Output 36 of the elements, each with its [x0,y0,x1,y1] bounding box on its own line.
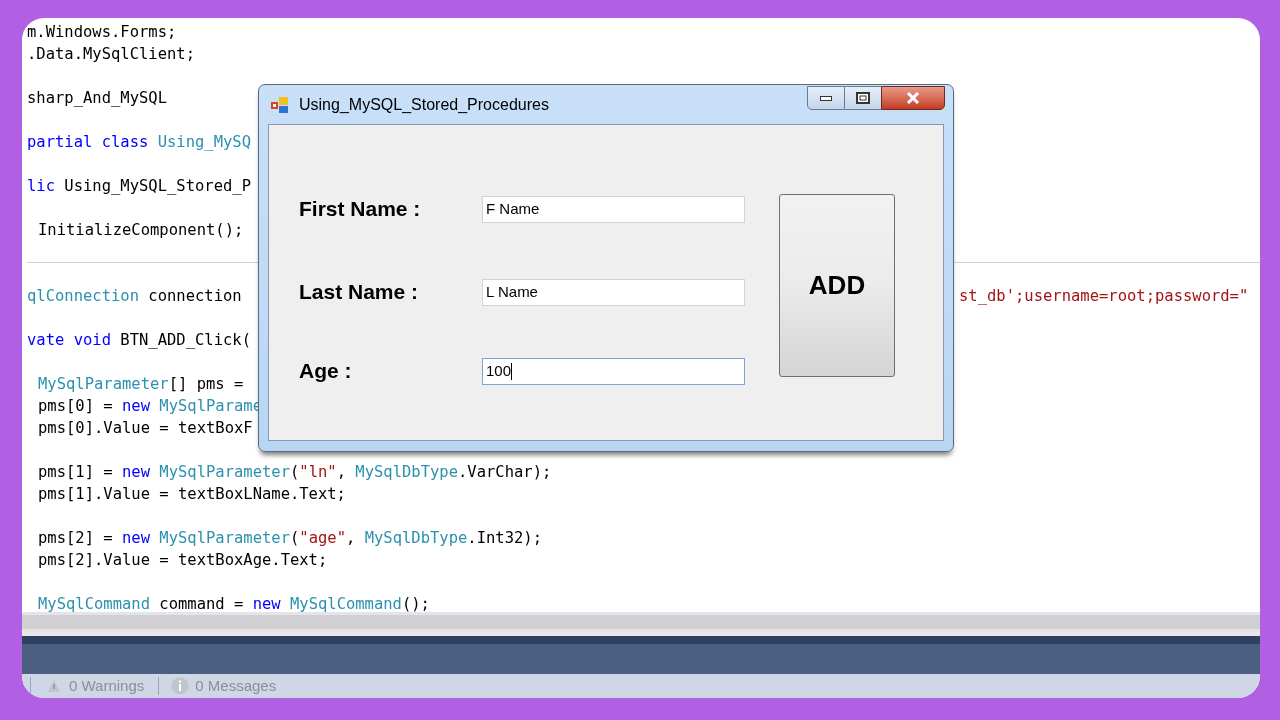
window-title: Using_MySQL_Stored_Procedures [299,94,549,115]
code-line: sharp_And_MySQL [27,88,167,109]
field-label: Age : [299,358,353,385]
maximize-icon [856,92,870,104]
warning-icon [47,679,61,693]
code-line: pms[0] = new MySqlParame [37,396,262,417]
code-line: InitializeComponent(); [37,220,244,241]
text-field[interactable]: L Name [482,278,745,306]
code-line: .Data.MySqlClient; [27,44,195,65]
close-icon [906,92,920,104]
add-button[interactable]: ADD [779,194,895,377]
horizontal-scrollbar[interactable] [22,612,1260,632]
text-field[interactable]: F Name [482,195,745,223]
close-button[interactable] [881,86,945,110]
code-line: st_db';username=root;password=" [959,286,1249,307]
code-line: pms[2] = new MySqlParameter("age", MySqlDbType.Int32); [37,528,542,549]
field-label: Last Name : [299,279,420,306]
field-label: First Name : [299,196,422,223]
text-caret [511,362,513,380]
app-icon [271,95,289,114]
code-line: partial class Using_MySQ [27,132,251,153]
code-line: pms[1] = new MySqlParameter("ln", MySqlDbType.VarChar); [37,462,552,483]
code-line: pms[0].Value = textBoxF [37,418,253,439]
code-line: m.Windows.Forms; [27,22,177,43]
code-line: MySqlParameter[] pms = [37,374,244,395]
code-line: lic Using_MySQL_Stored_P [27,176,251,197]
code-line: pms[1].Value = textBoxLName.Text; [37,484,346,505]
text-field[interactable]: 100 [482,357,745,385]
code-line: pms[2].Value = textBoxAge.Text; [37,550,328,571]
code-line: qlConnection connection [27,286,242,307]
maximize-button[interactable] [845,86,881,110]
minimize-icon [820,95,832,101]
info-icon [171,677,190,695]
code-line: MySqlCommand command = new MySqlCommand(); [37,594,430,612]
minimize-button[interactable] [807,86,845,110]
code-line: vate void BTN_ADD_Click( [27,330,251,351]
